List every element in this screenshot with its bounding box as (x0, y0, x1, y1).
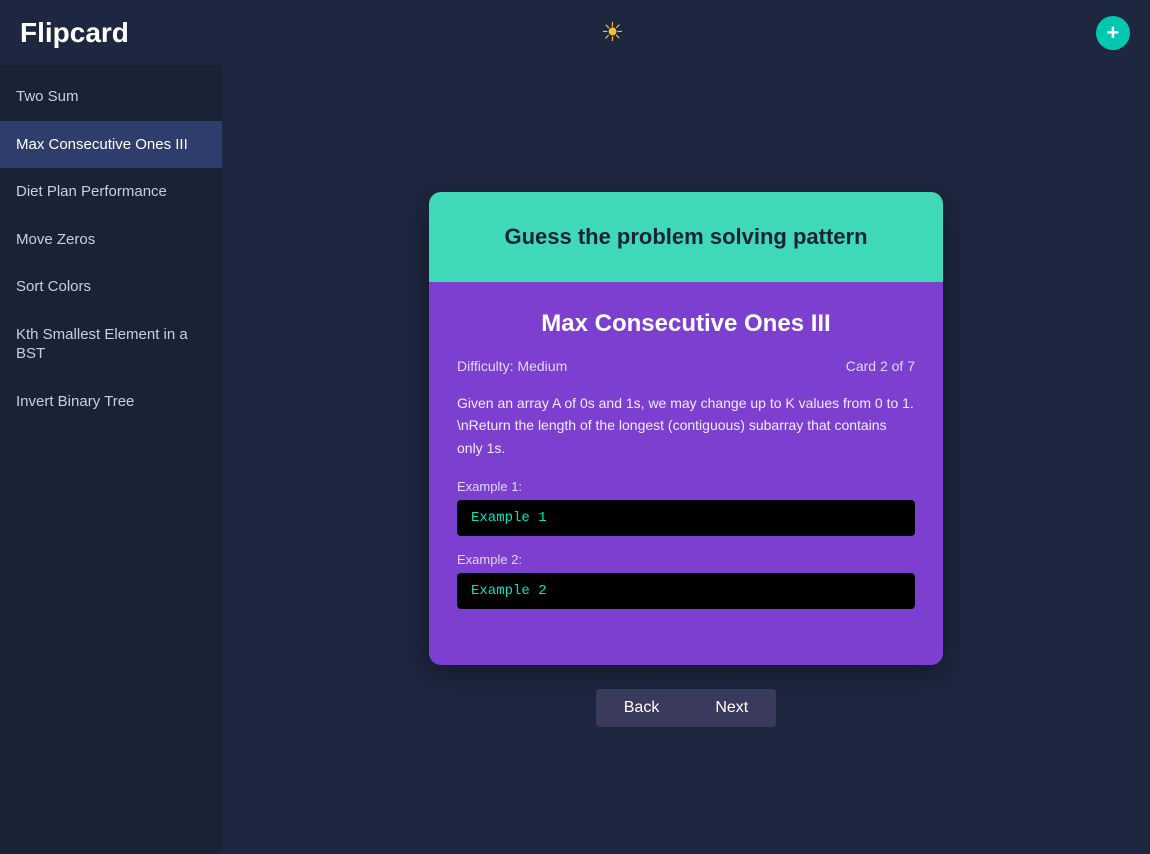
sidebar-item-invert-binary[interactable]: Invert Binary Tree (0, 378, 222, 426)
example1-box: Example 1 (457, 500, 915, 536)
app-title: Flipcard (20, 17, 129, 49)
back-button[interactable]: Back (596, 689, 688, 727)
flashcard: Guess the problem solving pattern Max Co… (429, 192, 943, 665)
flashcard-top: Guess the problem solving pattern (429, 192, 943, 282)
card-difficulty: Difficulty: Medium (457, 358, 567, 374)
next-button[interactable]: Next (687, 689, 776, 727)
add-button[interactable]: + (1096, 16, 1130, 50)
sidebar-item-diet-plan[interactable]: Diet Plan Performance (0, 168, 222, 216)
example2-box: Example 2 (457, 573, 915, 609)
example1-label: Example 1: (457, 479, 915, 494)
card-description: Given an array A of 0s and 1s, we may ch… (457, 392, 915, 459)
sidebar-item-max-consecutive[interactable]: Max Consecutive Ones III (0, 121, 222, 169)
card-meta: Difficulty: Medium Card 2 of 7 (457, 358, 915, 374)
sidebar-item-two-sum[interactable]: Two Sum (0, 73, 222, 121)
sun-icon[interactable]: ☀ (601, 17, 624, 48)
sidebar-item-kth-smallest[interactable]: Kth Smallest Element in a BST (0, 311, 222, 378)
flashcard-bottom: Max Consecutive Ones III Difficulty: Med… (429, 282, 943, 665)
header: Flipcard ☀ + (0, 0, 1150, 65)
card-number: Card 2 of 7 (846, 358, 915, 374)
flashcard-prompt: Guess the problem solving pattern (504, 224, 867, 249)
card-title: Max Consecutive Ones III (457, 310, 915, 338)
sidebar-item-sort-colors[interactable]: Sort Colors (0, 263, 222, 311)
sidebar: Two Sum Max Consecutive Ones III Diet Pl… (0, 65, 222, 854)
sidebar-item-move-zeros[interactable]: Move Zeros (0, 216, 222, 264)
main-layout: Two Sum Max Consecutive Ones III Diet Pl… (0, 65, 1150, 854)
content-area: Guess the problem solving pattern Max Co… (222, 65, 1150, 854)
example2-label: Example 2: (457, 552, 915, 567)
nav-buttons: Back Next (596, 689, 776, 727)
header-center: ☀ (601, 17, 624, 48)
